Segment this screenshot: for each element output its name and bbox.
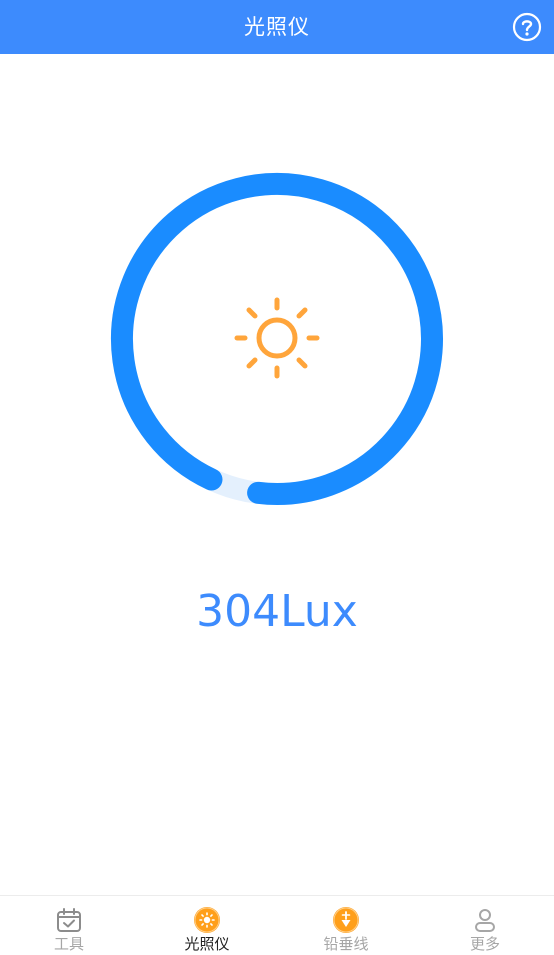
- tab-more-label: 更多: [469, 935, 500, 953]
- tab-more[interactable]: 更多: [416, 896, 554, 955]
- tab-tools-label: 工具: [53, 935, 84, 953]
- person-icon: [475, 909, 495, 932]
- tab-light-meter-label: 光照仪: [184, 935, 230, 953]
- tab-tools[interactable]: 工具: [0, 896, 138, 955]
- calendar-check-icon: [57, 908, 81, 932]
- tab-light-meter[interactable]: 光照仪: [138, 896, 276, 955]
- bottom-tab-bar: 工具 光照仪 铅垂线 更多: [0, 895, 554, 955]
- top-app-bar: 光照仪: [0, 0, 554, 54]
- light-meter-screen: 光照仪 304Lux 工具 光照仪 铅垂线 更多: [0, 0, 554, 955]
- tab-plumb-line-label: 铅垂线: [323, 935, 369, 953]
- help-button[interactable]: [512, 12, 542, 42]
- page-title: 光照仪: [244, 15, 310, 39]
- lux-reading: 304Lux: [196, 586, 358, 637]
- sun-badge-icon: [194, 907, 220, 933]
- question-circle-icon: [512, 12, 542, 42]
- plumb-line-badge-icon: [333, 907, 359, 933]
- sun-icon: [234, 297, 320, 379]
- tab-plumb-line[interactable]: 铅垂线: [277, 896, 415, 955]
